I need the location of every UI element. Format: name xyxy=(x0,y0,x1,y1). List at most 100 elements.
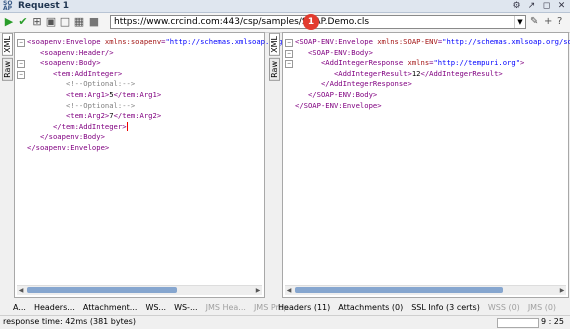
request-editor[interactable]: <soapenv:Envelope xmlns:soapenv="http://… xyxy=(14,32,287,298)
code-token: <SOAP-ENV:Body> xyxy=(307,47,373,57)
edit-endpoint-icon[interactable]: ✎ xyxy=(530,16,538,28)
code-token: <AddIntegerResult> xyxy=(333,68,412,78)
add-header-icon[interactable]: ⊞ xyxy=(31,16,43,28)
code-token: <!--Optional:--> xyxy=(65,100,136,110)
code-line[interactable]: <tem:Arg2>7</tem:Arg2> xyxy=(27,111,161,121)
code-token: </tem:Arg2> xyxy=(113,111,162,121)
code-line[interactable]: <AddIntegerResponse xmlns="http://tempur… xyxy=(295,58,524,68)
code-line[interactable]: <tem:Arg1>5</tem:Arg1> xyxy=(27,90,161,100)
code-line[interactable]: </tem:AddInteger> xyxy=(27,122,128,132)
request-bottom-tabs: A... Headers... Attachment... WS... WS-... JM… xyxy=(13,300,296,314)
split-icon[interactable]: ▣ xyxy=(45,16,57,28)
code-token: <soapenv:Envelope xyxy=(27,37,105,46)
code-token: </tem:Arg1> xyxy=(113,90,162,99)
code-line[interactable]: </soapenv:Body> xyxy=(27,132,105,142)
fold-toggle-icon[interactable]: − xyxy=(17,39,25,47)
response-viewer[interactable]: <SOAP-ENV:Envelope xmlns:SOAP-ENV="http:… xyxy=(282,32,570,298)
help-icon[interactable]: ? xyxy=(557,16,562,28)
code-token: <tem:Arg2> xyxy=(65,111,110,121)
bottom-tab: JMS (0) xyxy=(527,302,557,312)
code-line[interactable]: <soapenv:Header/> xyxy=(27,48,114,58)
step-badge: 1 xyxy=(303,14,319,30)
bottom-tab[interactable]: Attachment... xyxy=(83,303,138,312)
code-token: xmlns:soapenv xyxy=(104,37,162,46)
code-line[interactable]: <!--Optional:--> xyxy=(27,79,135,89)
request-hscrollbar[interactable]: ◀ ▶ xyxy=(17,285,262,295)
fold-toggle-icon[interactable]: − xyxy=(285,60,293,69)
code-line[interactable]: <SOAP-ENV:Body> xyxy=(295,48,373,58)
maximize-icon[interactable]: ◻ xyxy=(542,1,551,11)
soap-request-icon: SO AP xyxy=(3,0,13,12)
code-token: </soapenv:Envelope> xyxy=(27,143,110,152)
tab-icon[interactable]: □ xyxy=(59,16,71,28)
layout-icon[interactable]: ▦ xyxy=(73,16,85,28)
bottom-tab[interactable]: Headers... xyxy=(34,303,75,312)
code-token: </soapenv:Body> xyxy=(39,132,105,142)
response-bottom-tabs: Headers (11) Attachments (0) SSL Info (3 c… xyxy=(278,300,556,314)
code-token: <tem:Arg1> xyxy=(65,90,110,99)
add-endpoint-icon[interactable]: + xyxy=(544,16,552,28)
code-token: <tem:AddInteger> xyxy=(52,68,123,78)
code-line[interactable]: </SOAP-ENV:Envelope> xyxy=(295,101,382,111)
text-caret xyxy=(126,122,128,132)
tab-request-raw[interactable]: Raw xyxy=(2,57,13,81)
code-line[interactable]: <tem:AddInteger> xyxy=(27,69,122,79)
code-token: "http://schemas.xmlsoap.org/soap xyxy=(442,37,570,46)
bottom-tab[interactable]: WS-... xyxy=(174,303,198,312)
code-line[interactable]: <AddIntegerResult>12</AddIntegerResult> xyxy=(295,69,503,79)
settings-icon[interactable]: ⚙ xyxy=(512,1,521,11)
run-icon[interactable]: ▶ xyxy=(3,16,15,28)
code-line[interactable]: </AddIntegerResponse> xyxy=(295,79,412,89)
title-bar: SO AP Request 1 ⚙ ↗ ◻ ✕ xyxy=(0,0,570,13)
stop-icon[interactable]: ■ xyxy=(88,16,100,28)
code-token: > xyxy=(520,58,525,68)
code-token: <SOAP-ENV:Envelope xyxy=(295,37,378,46)
code-line[interactable]: <soapenv:Body> xyxy=(27,58,101,68)
code-token: <soapenv:Header/> xyxy=(39,47,114,57)
tab-request-xml[interactable]: XML xyxy=(2,33,13,56)
tab-response-raw[interactable]: Raw xyxy=(269,57,280,81)
code-token: </SOAP-ENV:Envelope> xyxy=(295,100,382,110)
code-line[interactable]: <SOAP-ENV:Envelope xmlns:SOAP-ENV="http:… xyxy=(295,37,570,47)
code-line[interactable]: </SOAP-ENV:Body> xyxy=(295,90,377,100)
validate-icon[interactable]: ✔ xyxy=(17,16,29,28)
scroll-right-icon[interactable]: ▶ xyxy=(558,286,566,295)
progress-box xyxy=(497,318,539,328)
scroll-left-icon[interactable]: ◀ xyxy=(285,286,293,295)
request-scroll-thumb[interactable] xyxy=(27,287,177,293)
bottom-tab[interactable]: Headers (11) xyxy=(278,303,330,312)
bottom-tab[interactable]: Attachments (0) xyxy=(338,303,403,312)
code-token: </AddIntegerResponse> xyxy=(320,79,412,89)
fold-toggle-icon[interactable]: − xyxy=(17,60,25,69)
tab-response-xml[interactable]: XML xyxy=(269,33,280,56)
fold-toggle-icon[interactable]: − xyxy=(17,70,25,79)
response-hscrollbar[interactable]: ◀ ▶ xyxy=(285,285,566,295)
fold-toggle-icon[interactable]: − xyxy=(285,39,293,47)
fold-toggle-icon[interactable]: − xyxy=(285,49,293,58)
response-time: response time: 42ms (381 bytes) xyxy=(3,317,136,326)
scroll-left-icon[interactable]: ◀ xyxy=(17,286,25,295)
request-view-tabs: XML Raw xyxy=(2,33,14,83)
bottom-tab[interactable]: WS... xyxy=(145,303,166,312)
response-view-tabs: XML Raw xyxy=(269,33,281,83)
code-token: <!--Optional:--> xyxy=(65,79,136,89)
chevron-down-icon[interactable]: ▼ xyxy=(514,16,525,28)
code-line[interactable]: </soapenv:Envelope> xyxy=(27,143,109,153)
bottom-tab: WSS (0) xyxy=(487,302,520,312)
detach-icon[interactable]: ↗ xyxy=(527,1,536,11)
response-scroll-thumb[interactable] xyxy=(295,287,503,293)
status-bar: response time: 42ms (381 bytes) 9 : 25 xyxy=(0,315,570,329)
code-token: <soapenv:Body> xyxy=(39,58,101,68)
code-line[interactable]: <!--Optional:--> xyxy=(27,101,135,111)
close-icon[interactable]: ✕ xyxy=(557,1,566,11)
bottom-tab: JMS Hea... xyxy=(205,302,246,312)
code-token: <AddIntegerResponse xyxy=(320,58,408,68)
code-token: </tem:AddInteger> xyxy=(52,121,127,131)
code-line[interactable]: <soapenv:Envelope xmlns:soapenv="http://… xyxy=(27,37,287,47)
code-token: "http://tempuri.org" xyxy=(433,58,521,68)
window-title: Request 1 xyxy=(18,1,70,11)
scroll-right-icon[interactable]: ▶ xyxy=(254,286,262,295)
bottom-tab[interactable]: SSL Info (3 certs) xyxy=(411,303,480,312)
request-toolbar: ▶ ✔ ⊞ ▣ □ ▦ ■ https://www.crcind.com:443… xyxy=(0,13,570,33)
bottom-tab[interactable]: A... xyxy=(13,303,26,312)
